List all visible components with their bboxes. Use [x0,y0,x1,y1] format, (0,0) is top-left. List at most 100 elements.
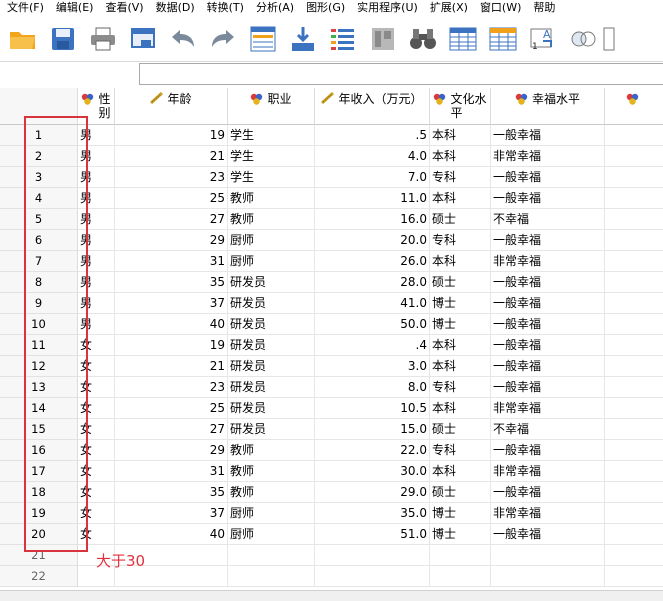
table-cell[interactable]: 不幸福 [491,419,605,440]
table-cell[interactable]: 29.0 [315,482,430,503]
goto-case-icon[interactable] [246,22,280,56]
table-cell[interactable]: 19 [115,125,228,146]
table-cell[interactable]: 专科 [430,440,491,461]
menu-item-2[interactable]: 查看(V) [98,0,148,16]
table-cell[interactable] [605,314,663,335]
column-header-2[interactable]: 职业 [228,88,315,125]
table-cell[interactable] [605,503,663,524]
menu-item-8[interactable]: 扩展(X) [423,0,473,16]
table-cell[interactable]: 研发员 [228,314,315,335]
table-cell[interactable]: 研发员 [228,272,315,293]
table-cell[interactable]: 研发员 [228,398,315,419]
table-cell[interactable] [605,251,663,272]
table-cell[interactable]: 研发员 [228,293,315,314]
table-cell[interactable]: 51.0 [315,524,430,545]
menu-item-4[interactable]: 转换(T) [200,0,249,16]
table-cell[interactable] [605,146,663,167]
table-cell[interactable]: 7.0 [315,167,430,188]
table-cell[interactable]: 厨师 [228,230,315,251]
menu-item-6[interactable]: 图形(G) [299,0,350,16]
column-header-6[interactable] [605,88,663,125]
table-cell[interactable]: 不幸福 [491,209,605,230]
table-cell[interactable]: 一般幸福 [491,125,605,146]
menu-item-9[interactable]: 窗口(W) [473,0,526,16]
table-cell[interactable] [315,566,430,587]
table-cell[interactable]: 一般幸福 [491,188,605,209]
table-cell[interactable]: 博士 [430,314,491,335]
table-cell[interactable] [605,272,663,293]
table-cell[interactable]: 本科 [430,146,491,167]
table-cell[interactable]: 教师 [228,482,315,503]
table-cell[interactable]: 学生 [228,167,315,188]
table-cell[interactable]: 硕士 [430,482,491,503]
table-cell[interactable]: 10.5 [315,398,430,419]
goto-variable-icon[interactable] [286,22,320,56]
table-cell[interactable]: 专科 [430,167,491,188]
table-cell[interactable]: 28.0 [315,272,430,293]
table-cell[interactable]: 一般幸福 [491,335,605,356]
table-cell[interactable]: 40 [115,314,228,335]
print-icon[interactable] [86,22,120,56]
table-cell[interactable] [605,461,663,482]
column-header-5[interactable]: 幸福水平 [491,88,605,125]
table-cell[interactable]: 研发员 [228,356,315,377]
table-cell[interactable] [228,566,315,587]
table-cell[interactable] [605,188,663,209]
cell-value-input[interactable] [139,63,663,85]
table-cell[interactable]: 31 [115,461,228,482]
table-cell[interactable]: 一般幸福 [491,482,605,503]
open-folder-icon[interactable] [6,22,40,56]
insert-cases-icon[interactable] [446,22,480,56]
table-cell[interactable]: 37 [115,293,228,314]
undo-icon[interactable] [166,22,200,56]
table-cell[interactable]: 21 [115,356,228,377]
table-cell[interactable] [605,293,663,314]
table-cell[interactable] [605,167,663,188]
table-cell[interactable]: 教师 [228,209,315,230]
table-cell[interactable]: 11.0 [315,188,430,209]
table-cell[interactable]: 研发员 [228,377,315,398]
table-cell[interactable]: 50.0 [315,314,430,335]
table-cell[interactable]: 40 [115,524,228,545]
table-cell[interactable] [605,230,663,251]
table-cell[interactable]: 25 [115,188,228,209]
menu-item-10[interactable]: 帮助 [526,0,560,16]
table-cell[interactable]: 29 [115,440,228,461]
table-cell[interactable]: 16.0 [315,209,430,230]
table-cell[interactable] [491,566,605,587]
table-cell[interactable]: 一般幸福 [491,230,605,251]
table-cell[interactable]: 一般幸福 [491,524,605,545]
table-cell[interactable]: 学生 [228,146,315,167]
table-cell[interactable] [605,356,663,377]
table-cell[interactable] [605,377,663,398]
variables-icon[interactable] [326,22,360,56]
table-cell[interactable]: 博士 [430,524,491,545]
table-cell[interactable]: 15.0 [315,419,430,440]
table-cell[interactable]: 硕士 [430,419,491,440]
horizontal-scrollbar[interactable] [0,590,663,601]
column-header-3[interactable]: 年收入（万元） [315,88,430,125]
table-cell[interactable]: 30.0 [315,461,430,482]
table-cell[interactable]: 非常幸福 [491,146,605,167]
table-cell[interactable] [605,440,663,461]
table-cell[interactable]: 22.0 [315,440,430,461]
table-cell[interactable]: 一般幸福 [491,314,605,335]
table-cell[interactable]: 教师 [228,461,315,482]
table-cell[interactable] [315,545,430,566]
table-cell[interactable]: 厨师 [228,503,315,524]
table-cell[interactable] [605,419,663,440]
table-cell[interactable]: 27 [115,419,228,440]
table-cell[interactable] [430,566,491,587]
table-cell[interactable]: 4.0 [315,146,430,167]
table-cell[interactable]: 8.0 [315,377,430,398]
table-cell[interactable]: 博士 [430,503,491,524]
table-cell[interactable] [605,545,663,566]
table-cell[interactable] [228,545,315,566]
column-header-4[interactable]: 文化水 平 [430,88,491,125]
table-cell[interactable]: 一般幸福 [491,293,605,314]
table-cell[interactable]: 非常幸福 [491,461,605,482]
table-cell[interactable]: 26.0 [315,251,430,272]
table-cell[interactable] [605,524,663,545]
table-cell[interactable]: 教师 [228,440,315,461]
table-cell[interactable]: 35.0 [315,503,430,524]
